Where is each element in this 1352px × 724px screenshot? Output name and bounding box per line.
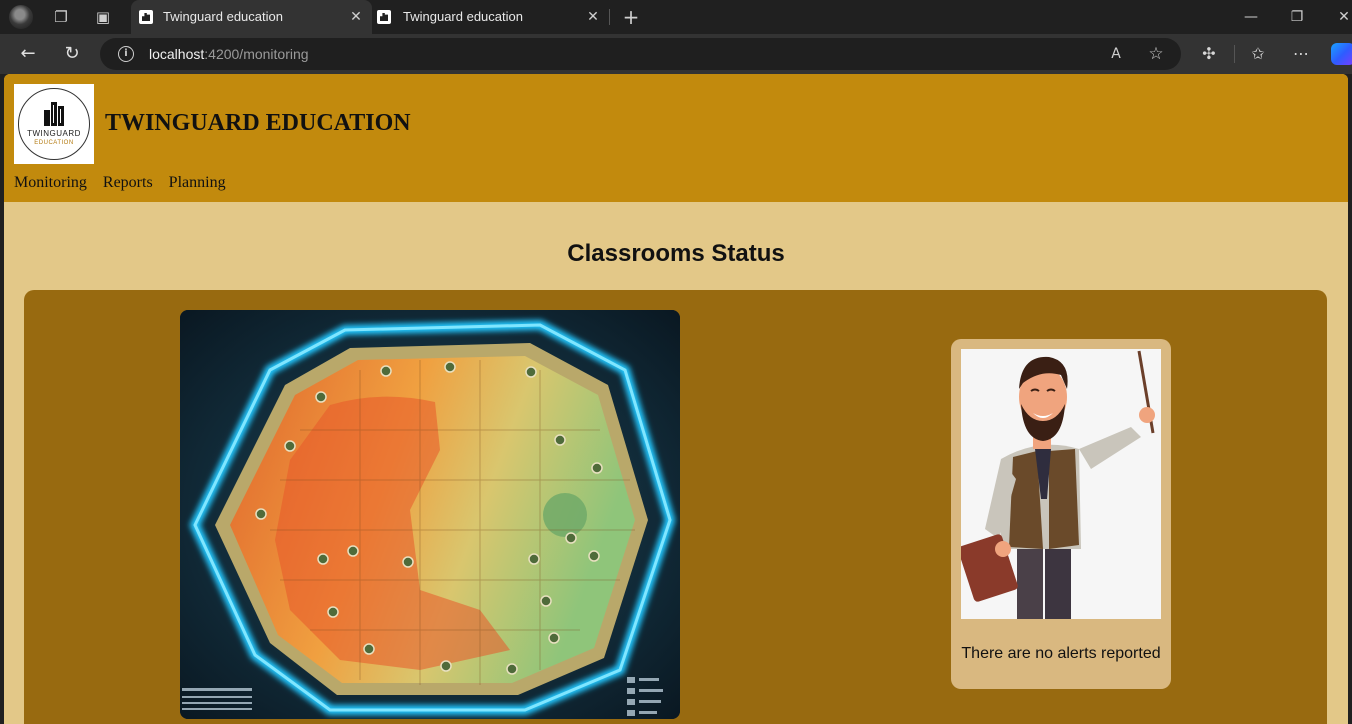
logo-text: TWINGUARD — [27, 129, 81, 138]
main-nav: Monitoring Reports Planning — [14, 174, 238, 192]
nav-item-monitoring[interactable]: Monitoring — [14, 174, 87, 191]
url-path: :4200/monitoring — [204, 46, 309, 62]
app-logo[interactable]: TWINGUARD EDUCATION — [14, 84, 94, 164]
tab-active[interactable]: Twinguard education ✕ — [131, 0, 372, 34]
address-bar[interactable]: i localhost:4200/monitoring A ☆ — [100, 38, 1181, 70]
info-icon[interactable]: i — [118, 46, 134, 62]
status-panel: There are no alerts reported — [24, 290, 1327, 724]
minimize-icon[interactable]: — — [1236, 6, 1266, 28]
browser-titlebar: ❐ ▣ Twinguard education ✕ Twinguard educ… — [0, 0, 1352, 34]
tab-actions-icon[interactable]: ▣ — [92, 6, 114, 28]
logo-subtext: EDUCATION — [34, 140, 74, 146]
restore-icon[interactable]: ❐ — [1282, 6, 1312, 28]
page-viewport: TWINGUARD EDUCATION TWINGUARD EDUCATION … — [4, 74, 1348, 724]
tab-title: Twinguard education — [403, 9, 523, 24]
nav-item-reports[interactable]: Reports — [103, 174, 153, 191]
toolbar-separator — [1234, 45, 1235, 63]
tab-inactive[interactable]: Twinguard education ✕ — [372, 0, 609, 34]
favorites-icon[interactable]: ✩ — [1247, 44, 1269, 64]
more-icon[interactable]: ⋯ — [1290, 44, 1312, 64]
plus-icon[interactable]: + — [620, 6, 642, 28]
tab-favicon-icon — [377, 10, 391, 24]
puzzle-icon[interactable]: ✣ — [1198, 44, 1220, 64]
profile-avatar-icon[interactable] — [9, 5, 33, 29]
page-title: Classrooms Status — [567, 240, 785, 267]
tab-favicon-icon — [139, 10, 153, 24]
star-icon[interactable]: ☆ — [1146, 44, 1166, 64]
app-title: TWINGUARD EDUCATION — [105, 110, 411, 136]
tab-title: Twinguard education — [163, 9, 283, 24]
app-header: TWINGUARD EDUCATION TWINGUARD EDUCATION … — [4, 74, 1348, 202]
close-icon[interactable]: ✕ — [348, 8, 364, 24]
teacher-illustration — [961, 349, 1161, 619]
tab-separator — [609, 9, 610, 25]
alert-card: There are no alerts reported — [951, 339, 1171, 689]
alert-message: There are no alerts reported — [961, 645, 1161, 662]
copilot-icon[interactable] — [1331, 43, 1352, 65]
classroom-map-image — [180, 310, 680, 719]
nav-item-planning[interactable]: Planning — [169, 174, 226, 191]
url-host: localhost — [149, 46, 205, 62]
back-arrow-icon[interactable]: ← — [15, 42, 41, 66]
url-text[interactable]: localhost:4200/monitoring — [149, 46, 309, 62]
refresh-icon[interactable]: ↻ — [59, 42, 85, 66]
close-icon[interactable]: ✕ — [585, 8, 601, 24]
read-aloud-icon[interactable]: A — [1106, 44, 1126, 64]
workspaces-icon[interactable]: ❐ — [50, 6, 72, 28]
browser-toolbar: ← ↻ i localhost:4200/monitoring A ☆ ✣ ✩ … — [0, 34, 1352, 74]
window-close-icon[interactable]: ✕ — [1329, 6, 1352, 28]
building-icon — [44, 102, 64, 126]
